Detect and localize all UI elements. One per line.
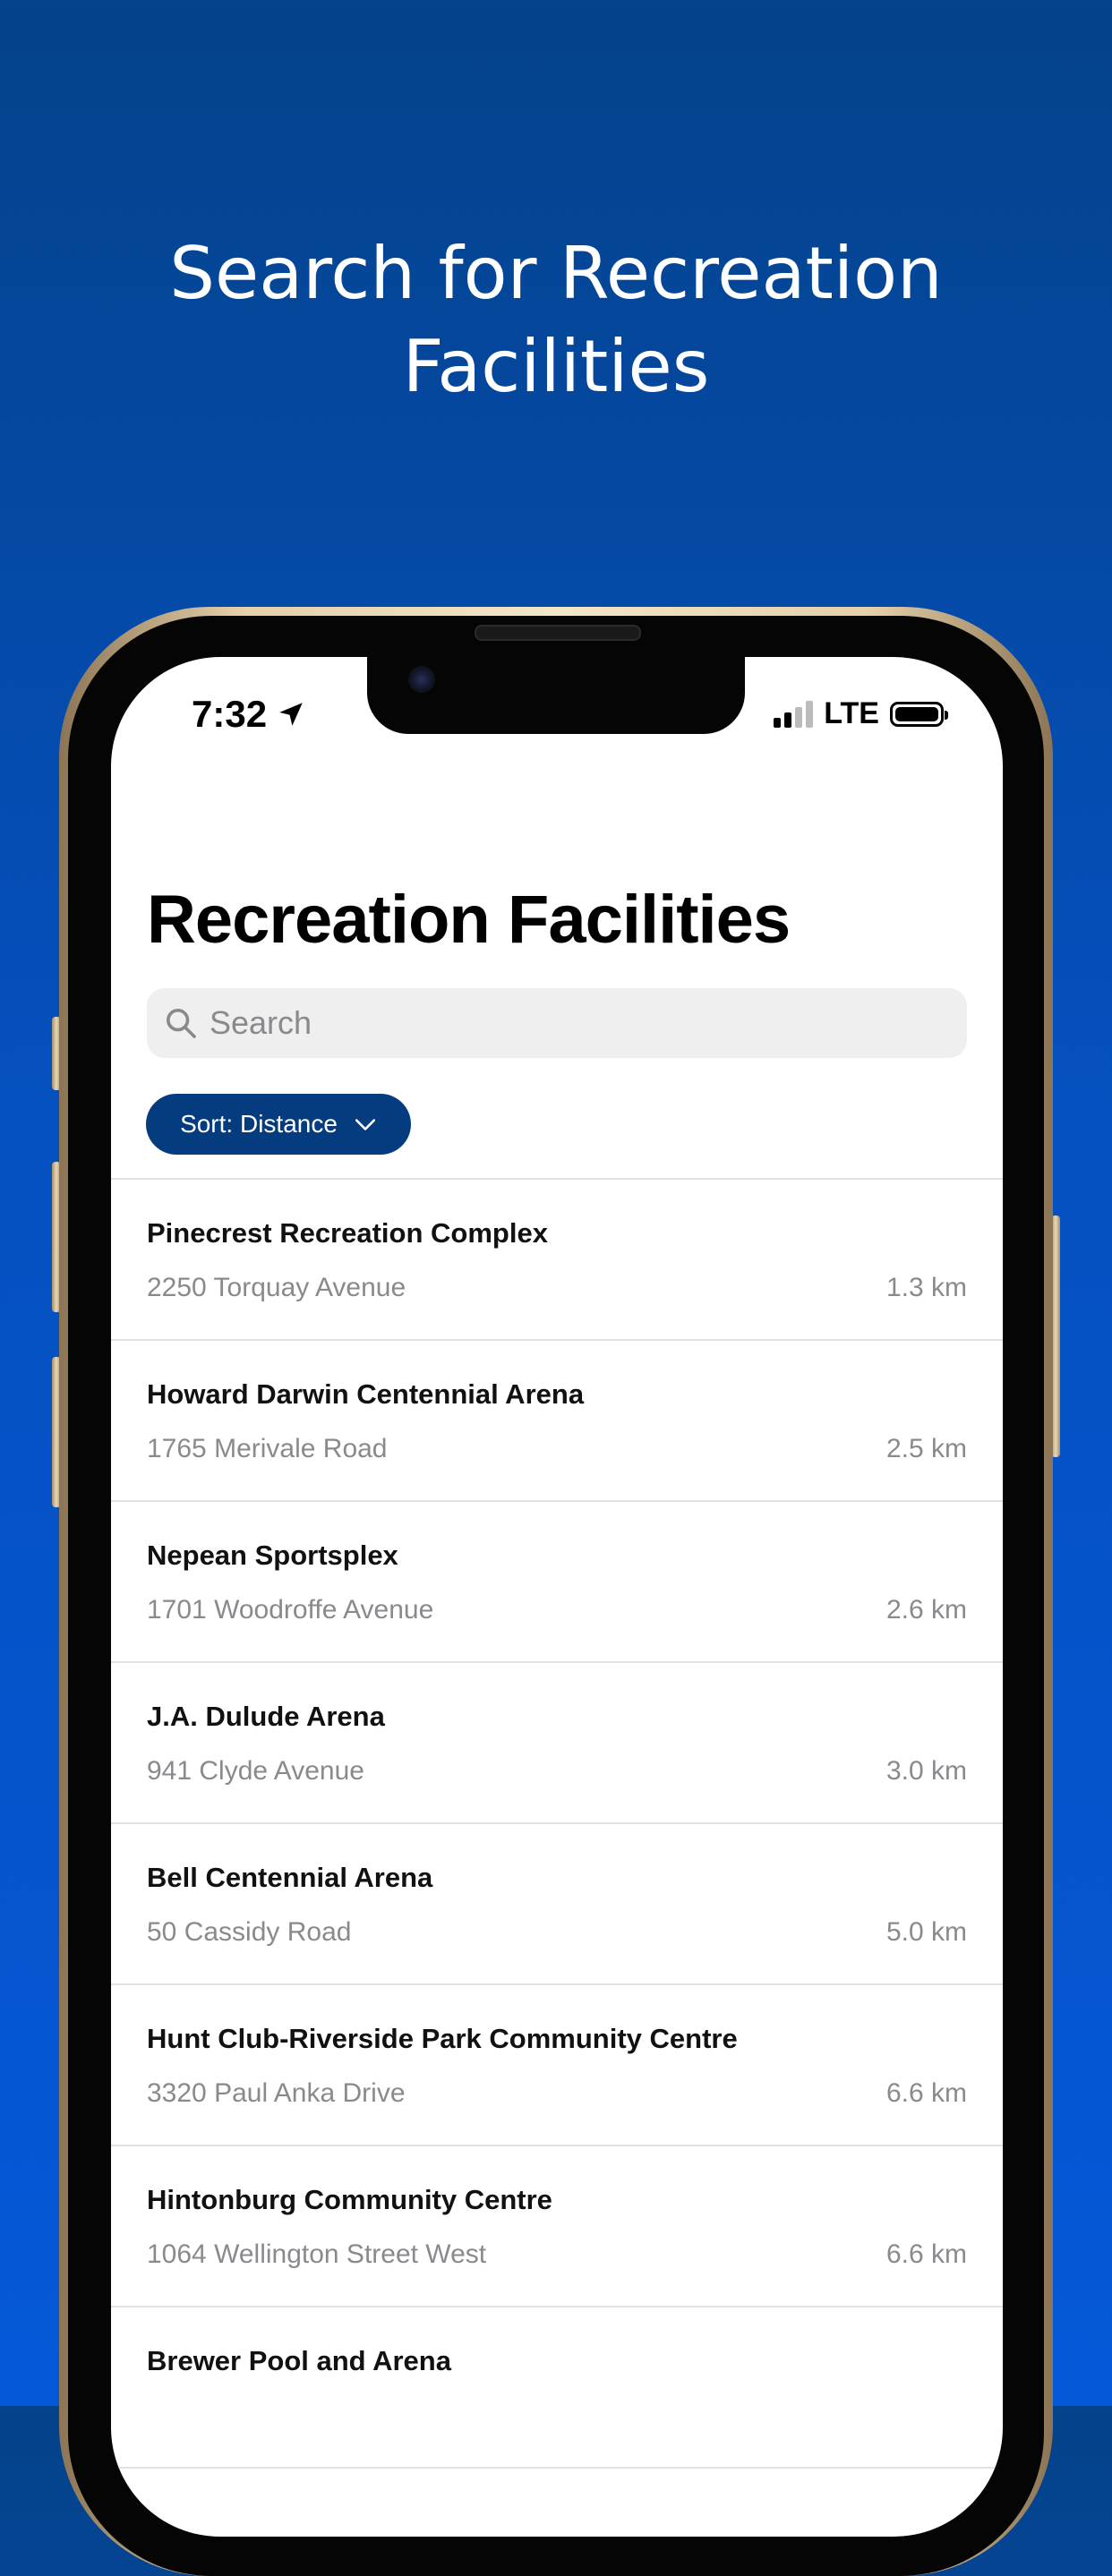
marketing-headline: Search for Recreation Facilities bbox=[0, 227, 1112, 414]
sort-button[interactable]: Sort: Distance bbox=[146, 1094, 411, 1155]
status-bar-indicators: LTE bbox=[774, 696, 948, 731]
facility-address: 3320 Paul Anka Drive bbox=[147, 2078, 406, 2108]
facility-name: Bell Centennial Arena bbox=[147, 1862, 433, 1893]
facility-address: 2250 Torquay Avenue bbox=[147, 1273, 406, 1302]
facility-name: Pinecrest Recreation Complex bbox=[147, 1217, 548, 1249]
facility-row[interactable]: Howard Darwin Centennial Arena 1765 Meri… bbox=[111, 1341, 1003, 1502]
facility-name: Hintonburg Community Centre bbox=[147, 2184, 552, 2215]
facility-row[interactable]: Nepean Sportsplex 1701 Woodroffe Avenue … bbox=[111, 1502, 1003, 1663]
facility-row[interactable]: J.A. Dulude Arena 941 Clyde Avenue 3.0 k… bbox=[111, 1663, 1003, 1824]
facility-name: Howard Darwin Centennial Arena bbox=[147, 1378, 585, 1410]
facility-distance: 2.5 km bbox=[885, 1434, 967, 1463]
search-icon bbox=[167, 1009, 196, 1038]
chevron-down-icon bbox=[355, 1119, 375, 1130]
network-label: LTE bbox=[824, 696, 879, 730]
facility-row[interactable]: Hintonburg Community Centre 1064 Welling… bbox=[111, 2146, 1003, 2307]
front-camera bbox=[408, 666, 435, 693]
facility-name: Hunt Club-Riverside Park Community Centr… bbox=[147, 2023, 738, 2054]
facility-address: 1765 Merivale Road bbox=[147, 1434, 388, 1463]
facility-name: Nepean Sportsplex bbox=[147, 1540, 398, 1571]
status-time-text: 7:32 bbox=[192, 693, 268, 735]
earpiece-speaker bbox=[475, 625, 641, 641]
facility-address: 50 Cassidy Road bbox=[147, 1917, 352, 1947]
facility-distance: 6.6 km bbox=[885, 2078, 967, 2108]
facility-distance: 3.0 km bbox=[885, 1756, 967, 1786]
sort-label: Sort: Distance bbox=[180, 1110, 338, 1138]
facility-row[interactable]: Brewer Pool and Arena bbox=[111, 2307, 1003, 2469]
facility-name: Brewer Pool and Arena bbox=[147, 2345, 451, 2376]
search-bar[interactable] bbox=[147, 988, 967, 1058]
facility-row[interactable]: Pinecrest Recreation Complex 2250 Torqua… bbox=[111, 1180, 1003, 1341]
facility-address: 1701 Woodroffe Avenue bbox=[147, 1595, 434, 1625]
signal-icon bbox=[774, 700, 814, 728]
location-arrow-icon bbox=[279, 703, 303, 726]
facility-row[interactable]: Hunt Club-Riverside Park Community Centr… bbox=[111, 1985, 1003, 2146]
facility-address: 1064 Wellington Street West bbox=[147, 2239, 487, 2269]
facility-distance: 6.6 km bbox=[885, 2239, 967, 2269]
battery-icon bbox=[890, 701, 948, 727]
facility-name: J.A. Dulude Arena bbox=[147, 1701, 385, 1732]
facility-list: Pinecrest Recreation Complex 2250 Torqua… bbox=[111, 1178, 1003, 2469]
facility-distance: 5.0 km bbox=[885, 1917, 967, 1947]
search-input[interactable] bbox=[210, 1004, 944, 1042]
facility-distance: 1.3 km bbox=[885, 1273, 967, 1302]
status-bar-time: 7:32 bbox=[192, 693, 306, 736]
facility-address: 941 Clyde Avenue bbox=[147, 1756, 364, 1786]
page-title: Recreation Facilities bbox=[147, 882, 791, 958]
facility-distance: 2.6 km bbox=[885, 1595, 967, 1625]
app-screen: 7:32 LTE Recreation Facilities Sort: Dis… bbox=[111, 657, 1003, 2537]
headline-line-1: Search for Recreation bbox=[169, 231, 943, 315]
facility-row[interactable]: Bell Centennial Arena 50 Cassidy Road 5.… bbox=[111, 1824, 1003, 1985]
headline-line-2: Facilities bbox=[402, 324, 710, 408]
